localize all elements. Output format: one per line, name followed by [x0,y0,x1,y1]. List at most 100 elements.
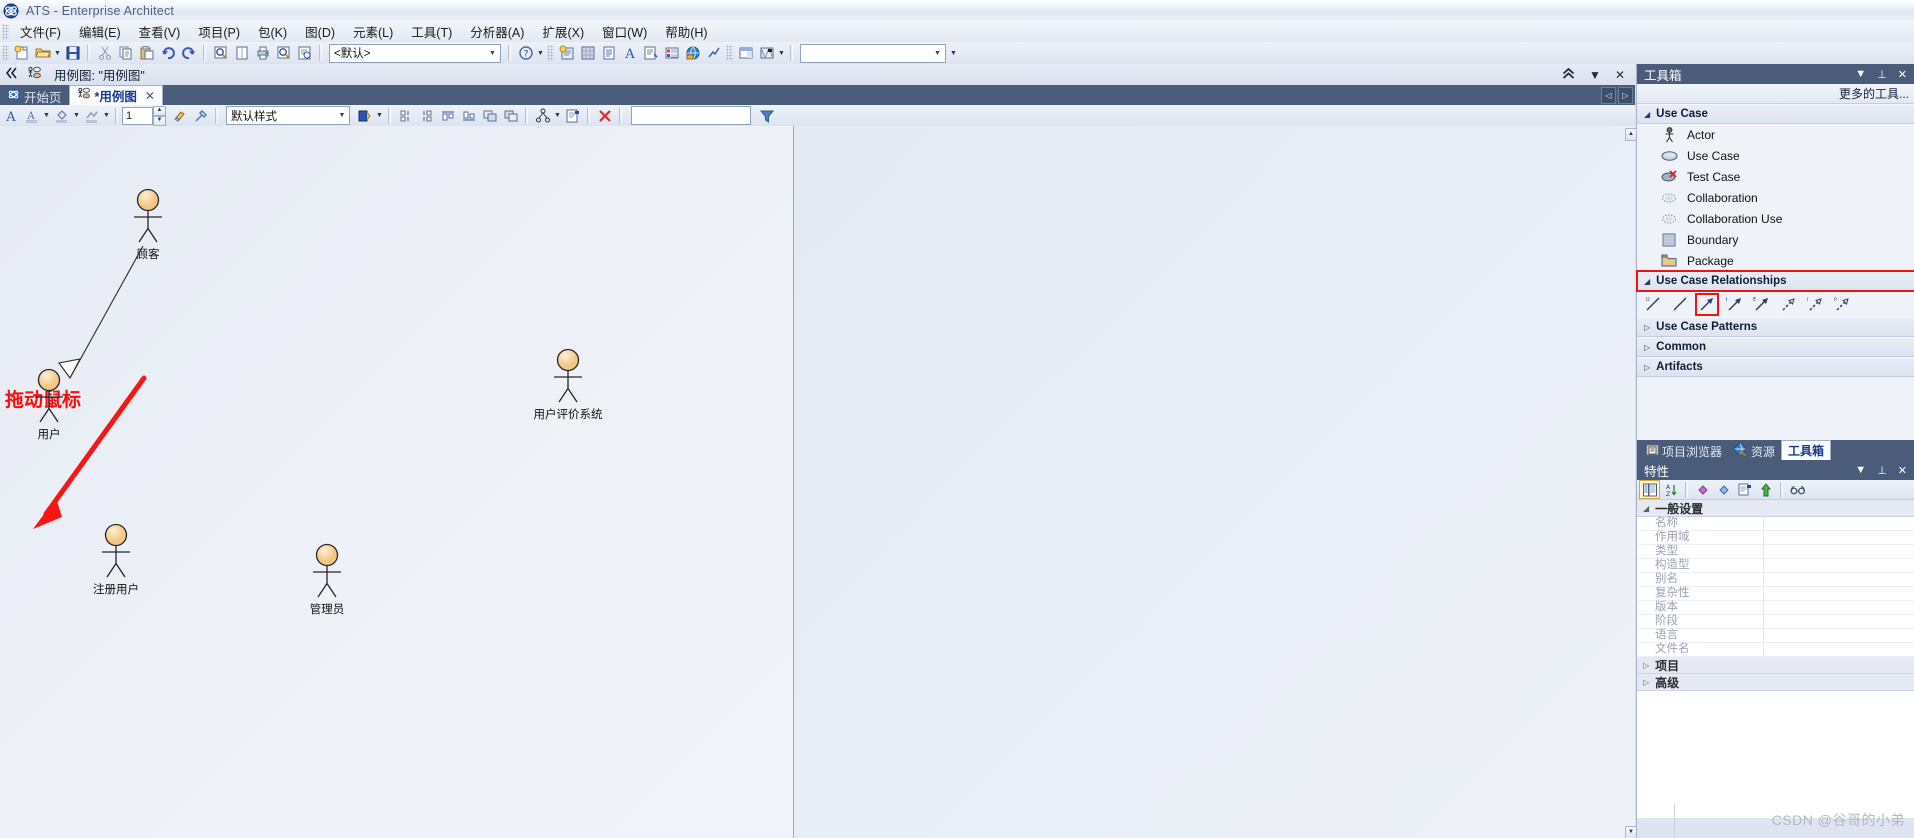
toolbox-item-collaboration[interactable]: Collaboration [1637,187,1914,208]
tab-use-case-diagram[interactable]: *用例图 ✕ [68,85,163,105]
property-value[interactable] [1764,615,1914,628]
print-preview-icon[interactable] [273,43,294,63]
open-dropdown-arrow[interactable]: ▼ [53,43,62,63]
dock-tab-resources[interactable]: 资源 [1728,442,1781,460]
property-row-alias[interactable]: 别名 [1637,573,1914,587]
edit-note-icon[interactable] [1735,481,1754,498]
association-icon[interactable] [1669,294,1691,315]
font-size-stepper[interactable]: ▲ ▼ [153,105,166,126]
menu-window[interactable]: 窗口(W) [593,20,656,43]
include-icon[interactable]: I [1723,294,1745,315]
dock-tab-toolbox[interactable]: 工具箱 [1781,440,1832,460]
prev-element-icon[interactable] [1693,481,1712,498]
more-tools-link[interactable]: 更多的工具... [1637,84,1914,104]
property-group-general[interactable]: ◢ 一般设置 [1637,500,1914,517]
auto-layout-dropdown-arrow[interactable]: ▼ [553,106,562,126]
toolbox-item-boundary[interactable]: Boundary [1637,229,1914,250]
property-value[interactable] [1764,531,1914,544]
menu-tools[interactable]: 工具(T) [402,20,461,43]
document-icon[interactable] [598,43,619,63]
report-icon[interactable] [640,43,661,63]
window-layout-icon[interactable] [735,43,756,63]
font-color-dropdown-arrow[interactable]: ▼ [42,106,51,126]
glasses-icon[interactable] [1788,481,1807,498]
default-style-combo[interactable]: <默认> ▼ [329,43,501,63]
dropdown-icon[interactable]: ▼ [1589,68,1601,82]
eyedropper-icon[interactable] [190,106,211,126]
save-icon[interactable] [62,43,83,63]
toolbox-item-use-case[interactable]: Use Case [1637,145,1914,166]
toolbox-item-package[interactable]: Package [1637,250,1914,271]
actor-element-registered-user[interactable]: 注册用户 [93,523,139,596]
map-icon[interactable] [756,43,777,63]
close-icon[interactable]: ✕ [1898,464,1907,477]
actor-element-user[interactable]: 用户 [27,368,71,441]
line-color-icon[interactable] [81,106,102,126]
align-left-icon[interactable] [395,106,416,126]
new-element-icon[interactable] [556,43,577,63]
toolbar-grip-1[interactable] [2,45,9,61]
dropdown-icon[interactable]: ▼ [1855,464,1866,477]
font-color-icon[interactable]: A [21,106,42,126]
map-dropdown-arrow[interactable]: ▼ [777,43,786,63]
chevron-down-icon[interactable]: ▼ [930,50,945,57]
categorized-icon[interactable] [1639,480,1660,499]
zoom-in-icon[interactable] [210,43,231,63]
alpha-sort-icon[interactable]: AZ [1661,481,1680,498]
toolbar-search-input[interactable]: ▼ [800,43,946,63]
property-row-type[interactable]: 类型 [1637,545,1914,559]
toolbox-group-use-case[interactable]: ◢ Use Case [1637,104,1914,124]
menu-package[interactable]: 包(K) [249,20,296,43]
delete-icon[interactable] [594,106,615,126]
fill-color-dropdown-arrow[interactable]: ▼ [72,106,81,126]
web-icon[interactable] [682,43,703,63]
pin-icon[interactable]: ⊥ [1877,68,1887,81]
next-element-icon[interactable] [1714,481,1733,498]
property-value[interactable] [1764,629,1914,642]
property-value[interactable] [1764,517,1914,530]
save-style-dropdown-arrow[interactable]: ▼ [375,106,384,126]
redo-icon[interactable] [178,43,199,63]
diagram-page-right[interactable] [794,126,1635,838]
menu-analyzer[interactable]: 分析器(A) [461,20,533,43]
actor-element-administrator[interactable]: 管理员 [305,543,349,616]
menu-file[interactable]: 文件(F) [11,20,70,43]
invokes-icon[interactable]: I [1804,294,1826,315]
same-height-icon[interactable] [500,106,521,126]
stepper-up-icon[interactable]: ▲ [153,105,166,116]
align-bottom-icon[interactable] [458,106,479,126]
copy-icon[interactable] [115,43,136,63]
help-icon[interactable]: ? [515,43,536,63]
auto-layout-icon[interactable] [532,106,553,126]
help-dropdown-arrow[interactable]: ▼ [536,43,545,63]
tab-start-page[interactable]: 开始页 [0,87,69,105]
stepper-down-icon[interactable]: ▼ [153,115,166,126]
chart-icon[interactable] [703,43,724,63]
property-value[interactable] [1764,601,1914,614]
realize-icon[interactable] [1777,294,1799,315]
pin-icon[interactable]: ⊥ [1877,464,1887,477]
property-row-name[interactable]: 名称 [1637,517,1914,531]
toolbox-group-artifacts[interactable]: ▷ Artifacts [1637,357,1914,377]
close-icon[interactable]: ✕ [1615,68,1625,82]
tab-close-icon[interactable]: ✕ [145,89,155,103]
toolbox-item-actor[interactable]: Actor [1637,124,1914,145]
property-row-filename[interactable]: 文件名 [1637,643,1914,657]
align-right-icon[interactable] [416,106,437,126]
menu-edit[interactable]: 编辑(E) [70,20,130,43]
toolbox-group-use-case-relationships[interactable]: ◢ Use Case Relationships [1636,270,1914,292]
chevron-down-icon[interactable]: ▼ [485,50,500,57]
menu-element[interactable]: 元素(L) [344,20,402,43]
actor-element-user-review-system[interactable]: 用户评价系统 [534,348,603,421]
toolbox-item-test-case[interactable]: Test Case [1637,166,1914,187]
font-size-input[interactable]: 1 [122,106,153,125]
style-combo[interactable]: 默认样式 ▼ [226,106,350,125]
menu-extend[interactable]: 扩展(X) [533,20,593,43]
toolbox-group-common[interactable]: ▷ Common [1637,337,1914,357]
menu-project[interactable]: 项目(P) [189,20,249,43]
tab-next-button[interactable]: ▷ [1618,87,1633,104]
property-value[interactable] [1764,587,1914,600]
save-style-icon[interactable] [354,106,375,126]
toolbox-group-use-case-patterns[interactable]: ▷ Use Case Patterns [1637,317,1914,337]
fill-color-icon[interactable] [51,106,72,126]
